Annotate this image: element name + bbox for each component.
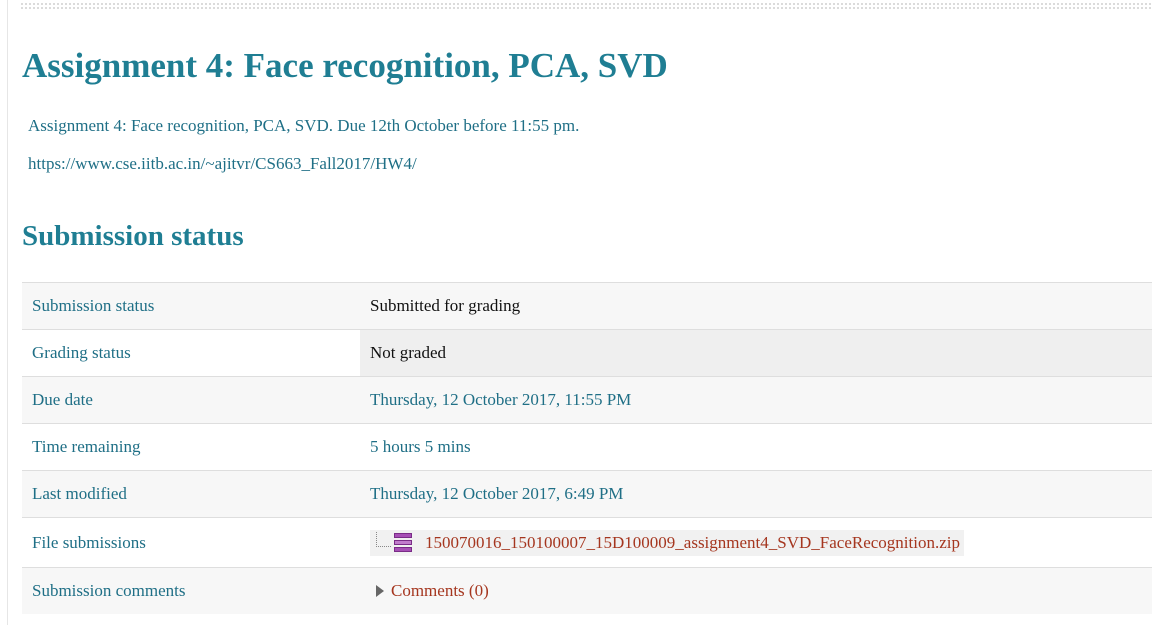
table-row-file-submissions: File submissions 150070016_150100007_15D… bbox=[22, 517, 1152, 568]
comments-toggle[interactable]: Comments (0) bbox=[370, 581, 489, 601]
top-dotted-border bbox=[20, 2, 1152, 10]
submission-status-table: Submission status Submitted for grading … bbox=[22, 282, 1152, 614]
zip-archive-icon bbox=[393, 532, 413, 553]
comments-label: Comments (0) bbox=[391, 580, 489, 600]
submission-status-value: Submitted for grading bbox=[360, 282, 1152, 330]
assignment-title: Assignment 4: Face recognition, PCA, SVD bbox=[22, 46, 668, 85]
submitted-file-link[interactable]: 150070016_150100007_15D100009_assignment… bbox=[425, 533, 960, 553]
table-row-submission-comments: Submission comments Comments (0) bbox=[22, 567, 1152, 614]
table-row-last-modified: Last modified Thursday, 12 October 2017,… bbox=[22, 470, 1152, 518]
row-label: File submissions bbox=[22, 517, 360, 568]
row-label: Grading status bbox=[22, 329, 360, 377]
grading-status-value: Not graded bbox=[360, 329, 1152, 377]
assignment-link-line: https://www.cse.iitb.ac.in/~ajitvr/CS663… bbox=[28, 154, 417, 174]
table-row-due-date: Due date Thursday, 12 October 2017, 11:5… bbox=[22, 376, 1152, 424]
file-tree-item: 150070016_150100007_15D100009_assignment… bbox=[370, 529, 964, 556]
file-submissions-cell: 150070016_150100007_15D100009_assignment… bbox=[360, 517, 1152, 568]
assignment-link[interactable]: https://www.cse.iitb.ac.in/~ajitvr/CS663… bbox=[28, 154, 417, 173]
time-remaining-value: 5 hours 5 mins bbox=[360, 423, 1152, 471]
table-row-submission-status: Submission status Submitted for grading bbox=[22, 282, 1152, 330]
table-row-grading-status: Grading status Not graded bbox=[22, 329, 1152, 377]
due-date-value: Thursday, 12 October 2017, 11:55 PM bbox=[360, 376, 1152, 424]
submission-status-heading: Submission status bbox=[22, 220, 244, 252]
submission-comments-cell: Comments (0) bbox=[360, 567, 1152, 614]
table-row-time-remaining: Time remaining 5 hours 5 mins bbox=[22, 423, 1152, 471]
row-label: Last modified bbox=[22, 470, 360, 518]
assignment-description: Assignment 4: Face recognition, PCA, SVD… bbox=[28, 116, 580, 135]
assignment-page: Assignment 4: Face recognition, PCA, SVD… bbox=[0, 0, 1162, 625]
row-label: Submission comments bbox=[22, 567, 360, 614]
row-label: Submission status bbox=[22, 282, 360, 330]
row-label: Time remaining bbox=[22, 423, 360, 471]
last-modified-value: Thursday, 12 October 2017, 6:49 PM bbox=[360, 470, 1152, 518]
left-divider bbox=[7, 0, 8, 625]
row-label: Due date bbox=[22, 376, 360, 424]
tree-connector bbox=[376, 532, 391, 547]
triangle-right-icon bbox=[376, 584, 384, 597]
